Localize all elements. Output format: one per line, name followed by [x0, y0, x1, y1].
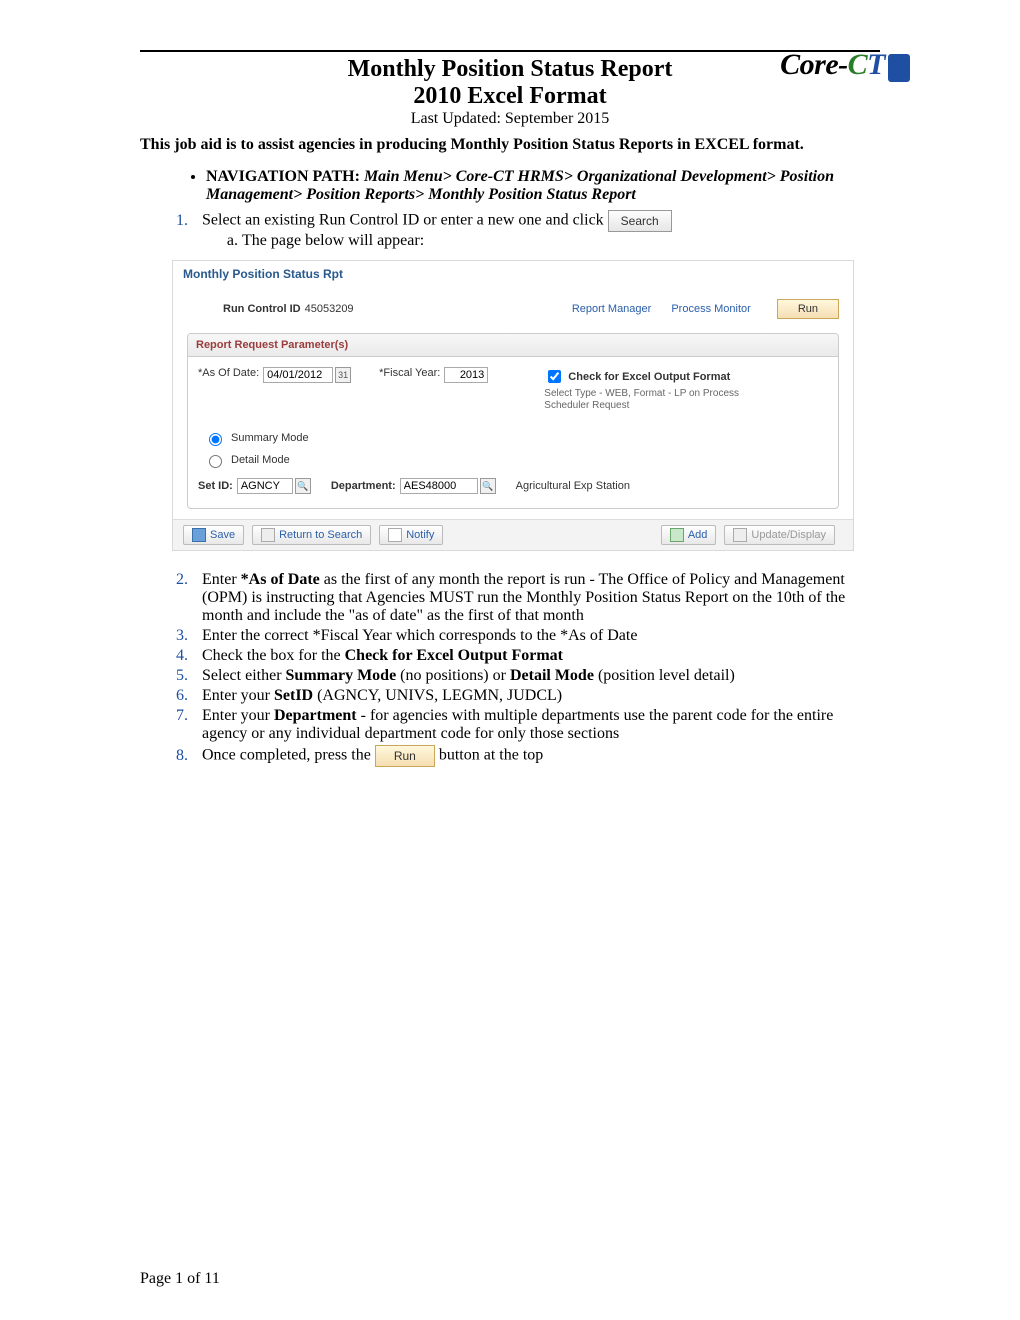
- logo-text-core: Core-: [780, 48, 848, 81]
- save-button[interactable]: Save: [183, 525, 244, 545]
- step-1: Select an existing Run Control ID or ent…: [192, 210, 880, 250]
- update-icon: [733, 528, 747, 542]
- logo-text-c: C: [848, 48, 868, 81]
- save-icon: [192, 528, 206, 542]
- step-1a: The page below will appear:: [242, 232, 880, 250]
- core-ct-logo: Core-CT: [780, 48, 910, 84]
- header-rule: [140, 50, 880, 52]
- update-display-button[interactable]: Update/Display: [724, 525, 835, 545]
- department-label: Department:: [331, 480, 396, 492]
- setid-lookup-icon[interactable]: 🔍: [295, 478, 311, 494]
- notify-button[interactable]: Notify: [379, 525, 443, 545]
- intro-text: This job aid is to assist agencies in pr…: [140, 136, 880, 154]
- step-1-text: Select an existing Run Control ID or ent…: [202, 212, 608, 229]
- return-to-search-button[interactable]: Return to Search: [252, 525, 371, 545]
- add-button[interactable]: Add: [661, 525, 717, 545]
- run-button-inline[interactable]: Run: [375, 745, 435, 767]
- run-button[interactable]: Run: [777, 299, 839, 319]
- process-monitor-link[interactable]: Process Monitor: [671, 303, 750, 315]
- step-2: Enter *As of Date as the first of any mo…: [192, 571, 880, 625]
- department-input[interactable]: [400, 478, 478, 494]
- detail-mode-label: Detail Mode: [231, 454, 290, 466]
- page-number: Page 1 of 11: [140, 1270, 220, 1288]
- report-parameters-group: Report Request Parameter(s) *As Of Date:…: [187, 333, 839, 509]
- asof-label: *As Of Date:: [198, 367, 259, 379]
- calendar-icon[interactable]: 31: [335, 367, 351, 383]
- step-6: Enter your SetID (AGNCY, UNIVS, LEGMN, J…: [192, 687, 880, 705]
- nav-label: NAVIGATION PATH:: [206, 168, 364, 185]
- navigation-path: NAVIGATION PATH: Main Menu> Core-CT HRMS…: [206, 168, 880, 204]
- add-icon: [670, 528, 684, 542]
- report-manager-link[interactable]: Report Manager: [572, 303, 652, 315]
- asof-date-input[interactable]: [263, 367, 333, 383]
- excel-output-label: Check for Excel Output Format: [568, 371, 730, 383]
- notify-icon: [388, 528, 402, 542]
- excel-hint: Select Type - WEB, Format - LP on Proces…: [544, 388, 764, 412]
- step-4: Check the box for the Check for Excel Ou…: [192, 647, 880, 665]
- excel-output-checkbox[interactable]: [548, 370, 561, 383]
- page-subtitle: 2010 Excel Format: [140, 83, 880, 110]
- step-3: Enter the correct *Fiscal Year which cor…: [192, 627, 880, 645]
- last-updated: Last Updated: September 2015: [140, 110, 880, 128]
- summary-mode-label: Summary Mode: [231, 432, 309, 444]
- department-description: Agricultural Exp Station: [516, 480, 630, 492]
- logo-text-t: T: [867, 48, 885, 81]
- app-tab[interactable]: Monthly Position Status Rpt: [173, 261, 853, 285]
- fiscal-year-input[interactable]: [444, 367, 488, 383]
- setid-input[interactable]: [237, 478, 293, 494]
- step-8: Once completed, press the Run button at …: [192, 745, 880, 767]
- group-header: Report Request Parameter(s): [188, 334, 838, 357]
- page-title: Monthly Position Status Report: [140, 56, 880, 83]
- run-control-label: Run Control ID: [223, 303, 301, 315]
- fiscal-year-label: *Fiscal Year:: [379, 367, 440, 379]
- summary-mode-radio[interactable]: [209, 433, 222, 446]
- return-icon: [261, 528, 275, 542]
- app-window: Monthly Position Status Rpt Run Control …: [172, 260, 854, 551]
- department-lookup-icon[interactable]: 🔍: [480, 478, 496, 494]
- step-5: Select either Summary Mode (no positions…: [192, 667, 880, 685]
- app-footer-bar: Save Return to Search Notify Add Update/…: [173, 519, 853, 550]
- setid-label: Set ID:: [198, 480, 233, 492]
- step-7: Enter your Department - for agencies wit…: [192, 707, 880, 743]
- search-button[interactable]: Search: [608, 210, 672, 232]
- logo-shape-icon: [888, 54, 910, 82]
- run-control-value: 45053209: [305, 303, 354, 315]
- detail-mode-radio[interactable]: [209, 455, 222, 468]
